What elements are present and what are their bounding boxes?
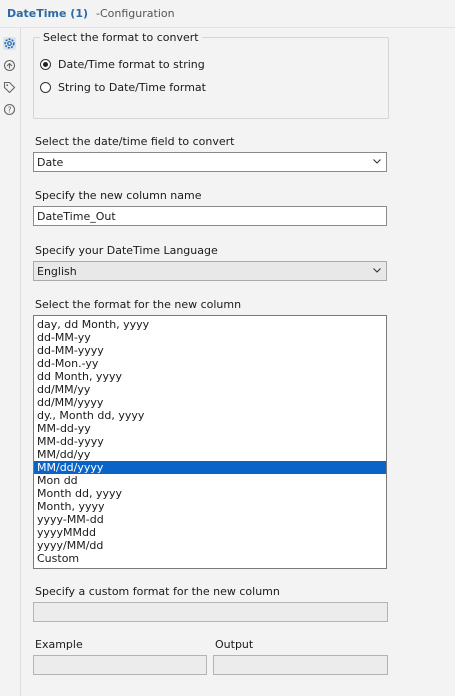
format-option[interactable]: dd/MM/yy bbox=[34, 383, 386, 396]
tool-title: DateTime (1) bbox=[7, 7, 89, 20]
language-dropdown[interactable]: English bbox=[33, 261, 387, 281]
radio-string-to-datetime-label: String to Date/Time format bbox=[58, 81, 206, 94]
radio-datetime-to-string[interactable]: Date/Time format to string bbox=[40, 58, 205, 71]
gear-icon[interactable] bbox=[3, 37, 16, 50]
format-option[interactable]: Month, yyyy bbox=[34, 500, 386, 513]
format-option[interactable]: Month dd, yyyy bbox=[34, 487, 386, 500]
connection-icon[interactable] bbox=[3, 59, 16, 72]
output-label: Output bbox=[215, 638, 254, 651]
side-toolbar: ? bbox=[0, 28, 21, 696]
radio-button-checked[interactable] bbox=[40, 59, 51, 70]
tag-icon[interactable] bbox=[3, 81, 16, 94]
title-bar: DateTime (1) -Configuration bbox=[0, 0, 455, 28]
field-select-label: Select the date/time field to convert bbox=[35, 135, 235, 148]
radio-datetime-to-string-label: Date/Time format to string bbox=[58, 58, 205, 71]
format-option[interactable]: dd-MM-yy bbox=[34, 331, 386, 344]
svg-text:?: ? bbox=[7, 106, 11, 115]
format-listbox[interactable]: day, dd Month, yyyy dd-MM-yy dd-MM-yyyy dd-… bbox=[33, 315, 387, 569]
format-option[interactable]: Mon dd bbox=[34, 474, 386, 487]
language-label: Specify your DateTime Language bbox=[35, 244, 218, 257]
new-column-value: DateTime_Out bbox=[37, 209, 116, 223]
radio-string-to-datetime[interactable]: String to Date/Time format bbox=[40, 81, 206, 94]
language-value: English bbox=[37, 264, 77, 278]
format-option[interactable]: Custom bbox=[34, 552, 386, 565]
custom-format-label: Specify a custom format for the new colu… bbox=[35, 585, 280, 598]
format-option[interactable]: dy., Month dd, yyyy bbox=[34, 409, 386, 422]
format-option[interactable]: MM/dd/yy bbox=[34, 448, 386, 461]
format-option[interactable]: day, dd Month, yyyy bbox=[34, 318, 386, 331]
format-option[interactable]: yyyyMMdd bbox=[34, 526, 386, 539]
chevron-down-icon bbox=[373, 268, 381, 273]
format-list-label: Select the format for the new column bbox=[35, 298, 242, 311]
format-option[interactable]: MM-dd-yyyy bbox=[34, 435, 386, 448]
field-select-value: Date bbox=[37, 155, 64, 169]
format-option[interactable]: dd Month, yyyy bbox=[34, 370, 386, 383]
format-option[interactable]: dd-Mon.-yy bbox=[34, 357, 386, 370]
convert-format-group: Select the format to convert Date/Time f… bbox=[33, 31, 389, 119]
new-column-label: Specify the new column name bbox=[35, 189, 202, 202]
example-field bbox=[33, 655, 207, 675]
radio-button-unchecked[interactable] bbox=[40, 82, 51, 93]
help-icon[interactable]: ? bbox=[3, 103, 16, 116]
format-option[interactable]: MM-dd-yy bbox=[34, 422, 386, 435]
custom-format-input[interactable] bbox=[33, 602, 388, 622]
format-option[interactable]: dd/MM/yyyy bbox=[34, 396, 386, 409]
format-option[interactable]: yyyy/MM/dd bbox=[34, 539, 386, 552]
example-label: Example bbox=[35, 638, 83, 651]
configuration-panel: Select the format to convert Date/Time f… bbox=[21, 28, 455, 696]
format-option[interactable]: dd-MM-yyyy bbox=[34, 344, 386, 357]
field-select-dropdown[interactable]: Date bbox=[33, 152, 387, 172]
new-column-input[interactable]: DateTime_Out bbox=[33, 206, 387, 226]
section-title: -Configuration bbox=[96, 7, 175, 20]
chevron-down-icon bbox=[373, 159, 381, 164]
format-option[interactable]: MM/dd/yyyy bbox=[34, 461, 386, 474]
format-option[interactable]: yyyy-MM-dd bbox=[34, 513, 386, 526]
output-field bbox=[213, 655, 388, 675]
convert-format-legend: Select the format to convert bbox=[40, 31, 202, 44]
